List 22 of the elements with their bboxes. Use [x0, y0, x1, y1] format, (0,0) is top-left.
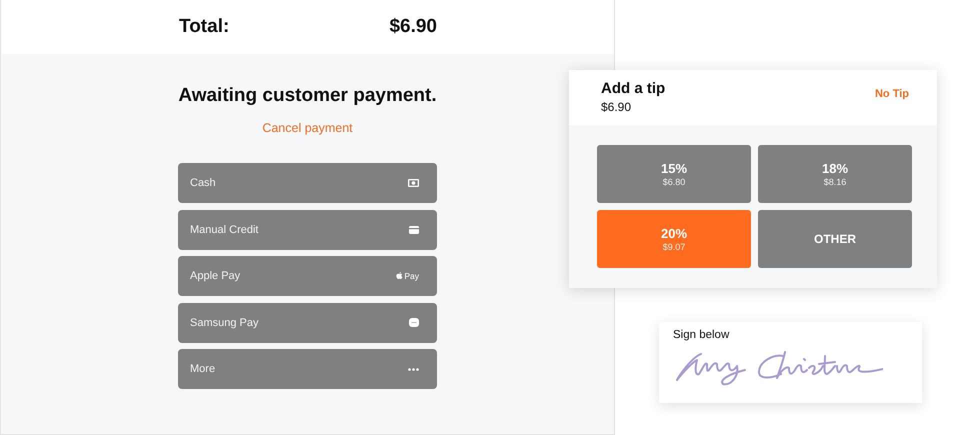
tip-option-button[interactable]: 18% $8.16 — [758, 145, 912, 203]
tip-option-button[interactable]: OTHER — [758, 210, 912, 268]
more-icon — [408, 368, 419, 370]
samsung-pay-icon — [409, 318, 419, 327]
status-title: Awaiting customer payment. — [178, 85, 437, 107]
cancel-payment-link[interactable]: Cancel payment — [262, 121, 353, 135]
payment-method-button[interactable]: Manual Credit — [178, 210, 437, 250]
no-tip-button[interactable]: No Tip — [874, 88, 909, 100]
total-label: Total: — [179, 16, 230, 38]
payment-method-button[interactable]: Cash — [178, 163, 437, 203]
cash-icon — [408, 179, 419, 187]
payment-method-button[interactable]: Samsung Pay — [178, 302, 437, 342]
apple-pay-badge: Pay — [396, 271, 419, 281]
tip-title: Add a tip — [601, 80, 666, 97]
tip-base-amount: $6.90 — [601, 100, 632, 114]
signature-label: Sign below — [673, 329, 730, 341]
tip-option-button[interactable]: 20% $9.07 — [597, 210, 751, 268]
payment-method-button[interactable]: Apple Pay Pay — [178, 256, 437, 296]
card-icon — [409, 226, 419, 234]
tip-option-button[interactable]: 15% $6.80 — [597, 145, 751, 203]
total-amount: $6.90 — [389, 16, 437, 38]
payment-method-button[interactable]: More — [178, 349, 437, 389]
